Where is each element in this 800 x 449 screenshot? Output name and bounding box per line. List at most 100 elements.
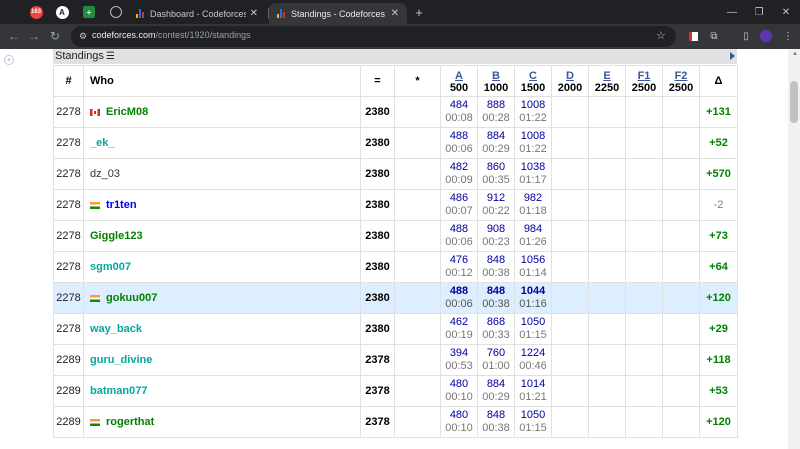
participant-handle-link[interactable]: rogerthat xyxy=(106,416,154,428)
problem-result-cell[interactable] xyxy=(551,251,589,283)
problem-result-cell[interactable]: 1056 01:14 xyxy=(514,251,552,283)
problem-result-cell[interactable] xyxy=(662,375,700,407)
window-close-icon[interactable]: ✕ xyxy=(777,3,795,21)
problem-result-cell[interactable] xyxy=(625,344,663,376)
problem-result-cell[interactable] xyxy=(551,127,589,159)
participant-handle-link[interactable]: _ek_ xyxy=(90,137,114,149)
problem-result-cell[interactable]: 1050 01:15 xyxy=(514,313,552,345)
minimize-icon[interactable]: — xyxy=(723,3,741,21)
problem-result-cell[interactable] xyxy=(551,406,589,438)
problem-result-cell[interactable]: 394 00:53 xyxy=(440,344,478,376)
problem-result-cell[interactable]: 888 00:28 xyxy=(477,96,515,128)
problem-result-cell[interactable]: 488 00:06 xyxy=(440,127,478,159)
problem-result-cell[interactable] xyxy=(588,406,626,438)
problem-result-cell[interactable] xyxy=(588,127,626,159)
puzzle-extensions-icon[interactable]: ⧉ xyxy=(707,29,721,43)
pinned-tab-sheets[interactable]: + xyxy=(80,3,98,21)
problem-result-cell[interactable] xyxy=(662,313,700,345)
problem-result-cell[interactable]: 848 00:38 xyxy=(477,406,515,438)
problem-result-cell[interactable] xyxy=(588,344,626,376)
problem-result-cell[interactable] xyxy=(551,96,589,128)
problem-result-cell[interactable] xyxy=(662,189,700,221)
problem-result-cell[interactable]: 488 00:06 xyxy=(440,220,478,252)
address-bar[interactable]: ⚙ codeforces.com/contest/1920/standings … xyxy=(71,26,676,47)
problem-result-cell[interactable] xyxy=(551,375,589,407)
problem-result-cell[interactable]: 480 00:10 xyxy=(440,406,478,438)
participant-handle-link[interactable]: batman077 xyxy=(90,385,147,397)
problem-result-cell[interactable]: 462 00:19 xyxy=(440,313,478,345)
forward-arrow-icon[interactable]: → xyxy=(26,28,42,44)
pinned-tab-mail[interactable]: 163 xyxy=(27,3,45,21)
participant-handle-link[interactable]: sgm007 xyxy=(90,261,131,273)
pinned-tab-a[interactable]: A xyxy=(53,3,71,21)
problem-result-cell[interactable]: 760 01:00 xyxy=(477,344,515,376)
new-tab-button[interactable]: + xyxy=(411,3,427,21)
problem-result-cell[interactable] xyxy=(662,251,700,283)
problem-result-cell[interactable] xyxy=(662,406,700,438)
problem-result-cell[interactable]: 912 00:22 xyxy=(477,189,515,221)
problem-result-cell[interactable] xyxy=(625,313,663,345)
problem-result-cell[interactable]: 884 00:29 xyxy=(477,127,515,159)
problem-result-cell[interactable]: 884 00:29 xyxy=(477,375,515,407)
problem-result-cell[interactable]: 1044 01:16 xyxy=(514,282,552,314)
close-icon[interactable]: ✕ xyxy=(250,8,258,19)
problem-result-cell[interactable]: 1224 00:46 xyxy=(514,344,552,376)
problem-result-cell[interactable] xyxy=(588,375,626,407)
problem-result-cell[interactable]: 482 00:09 xyxy=(440,158,478,190)
problem-result-cell[interactable] xyxy=(625,251,663,283)
bookmark-star-icon[interactable]: ☆ xyxy=(656,29,666,42)
problem-result-cell[interactable] xyxy=(662,96,700,128)
problem-result-cell[interactable]: 1038 01:17 xyxy=(514,158,552,190)
problem-result-cell[interactable]: 982 01:18 xyxy=(514,189,552,221)
problem-link-f1[interactable]: F1 xyxy=(626,70,662,82)
problem-result-cell[interactable] xyxy=(588,96,626,128)
tab-dashboard[interactable]: Dashboard - Codeforces Round ✕ xyxy=(128,3,266,24)
problem-result-cell[interactable] xyxy=(551,282,589,314)
problem-result-cell[interactable] xyxy=(662,158,700,190)
problem-link-f2[interactable]: F2 xyxy=(663,70,699,82)
tab-standings[interactable]: Standings - Codeforces Round ✕ xyxy=(269,3,407,24)
problem-result-cell[interactable]: 848 00:38 xyxy=(477,282,515,314)
problem-result-cell[interactable]: 860 00:35 xyxy=(477,158,515,190)
problem-result-cell[interactable] xyxy=(588,282,626,314)
extension-icon[interactable] xyxy=(686,29,700,43)
restore-icon[interactable]: ❐ xyxy=(750,3,768,21)
problem-result-cell[interactable] xyxy=(625,375,663,407)
scrollbar-thumb[interactable] xyxy=(790,81,798,123)
arrow-right-icon[interactable] xyxy=(730,52,735,60)
problem-result-cell[interactable] xyxy=(551,158,589,190)
problem-link-a[interactable]: A xyxy=(441,70,477,82)
close-icon[interactable]: ✕ xyxy=(391,8,399,19)
vertical-scrollbar[interactable]: ▲ xyxy=(788,49,800,449)
participant-handle-link[interactable]: EricM08 xyxy=(106,106,148,118)
problem-result-cell[interactable]: 476 00:12 xyxy=(440,251,478,283)
scroll-up-arrow-icon[interactable]: ▲ xyxy=(792,51,798,57)
problem-link-b[interactable]: B xyxy=(478,70,514,82)
pinned-tab-globe[interactable] xyxy=(107,3,125,21)
side-panel-icon[interactable]: ▯ xyxy=(739,29,753,43)
problem-result-cell[interactable] xyxy=(662,220,700,252)
problem-result-cell[interactable] xyxy=(625,127,663,159)
problem-result-cell[interactable] xyxy=(588,189,626,221)
problem-result-cell[interactable] xyxy=(625,220,663,252)
problem-result-cell[interactable]: 488 00:06 xyxy=(440,282,478,314)
problem-link-c[interactable]: C xyxy=(515,70,551,82)
reload-icon[interactable]: ↻ xyxy=(47,28,63,44)
problem-result-cell[interactable] xyxy=(588,158,626,190)
site-settings-icon[interactable]: ⚙ xyxy=(79,31,89,41)
menu-kebab-icon[interactable]: ⋮ xyxy=(781,29,795,43)
problem-link-e[interactable]: E xyxy=(589,70,625,82)
back-arrow-icon[interactable]: ← xyxy=(6,28,22,44)
problem-result-cell[interactable] xyxy=(551,220,589,252)
problem-result-cell[interactable] xyxy=(588,220,626,252)
problem-result-cell[interactable] xyxy=(588,313,626,345)
problem-result-cell[interactable] xyxy=(625,282,663,314)
problem-result-cell[interactable]: 1014 01:21 xyxy=(514,375,552,407)
list-icon[interactable]: ☰ xyxy=(106,51,115,62)
problem-result-cell[interactable] xyxy=(625,96,663,128)
problem-result-cell[interactable]: 848 00:38 xyxy=(477,251,515,283)
problem-result-cell[interactable] xyxy=(662,127,700,159)
profile-avatar-icon[interactable] xyxy=(759,29,773,43)
problem-result-cell[interactable] xyxy=(551,313,589,345)
problem-result-cell[interactable] xyxy=(625,158,663,190)
